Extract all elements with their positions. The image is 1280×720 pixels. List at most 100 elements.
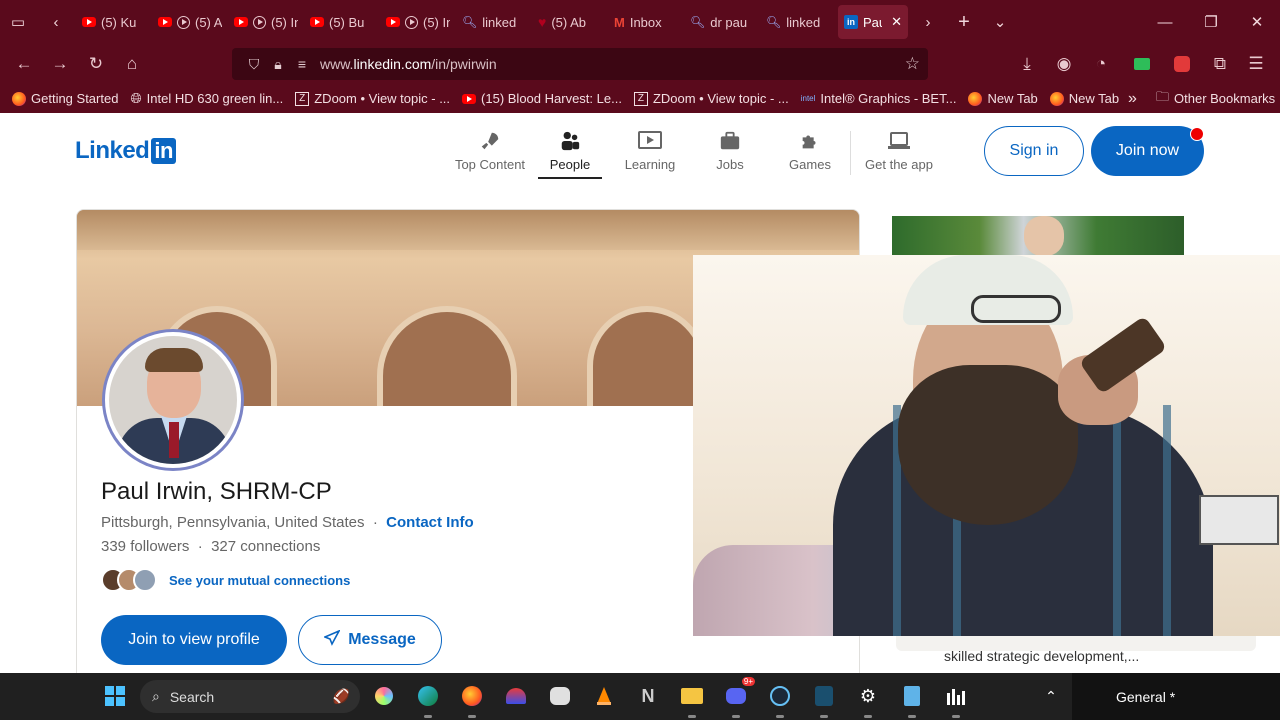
bookmarks-overflow-icon[interactable]: » [1128,90,1137,108]
list-all-tabs-icon[interactable]: ⌄ [982,0,1018,44]
history-icon[interactable]: ◔ [1083,44,1119,84]
downloads-icon[interactable]: ⤓ [1009,44,1045,84]
browser-tab[interactable]: (5) Bu [304,0,380,44]
close-tab-icon[interactable]: ✕ [891,14,902,30]
browser-nav-bar: ← → ↻ ⌂ ⛉ 🔒︎ ≡ www.linkedin.com/in/pwirw… [0,44,1280,84]
browser-tab[interactable]: M Inbox [608,0,684,44]
browser-tab[interactable]: (5) Info [228,0,304,44]
extensions-icon[interactable]: ⧉ [1202,44,1238,84]
minimize-icon[interactable]: — [1142,0,1188,44]
app-icon-orange[interactable] [501,681,531,711]
new-tab-icon[interactable]: + [946,0,982,44]
tab-label: Inbox [629,14,662,30]
bookmark-item[interactable]: Z ZDoom • View topic - ... [633,91,795,106]
taskbar-search[interactable]: ⌕ Search 🏈 [140,680,360,713]
join-now-button[interactable]: Join now [1091,126,1204,176]
bookmarks-bar: Getting Started 🌐︎ Intel HD 630 green lin… [0,84,1280,113]
app-icon-n[interactable]: N [633,681,663,711]
tab-scroll-left-icon[interactable]: ‹ [36,0,76,44]
firefox-icon[interactable] [457,681,487,711]
app-icon-terminal[interactable] [809,681,839,711]
browser-tab[interactable]: (5) Info [380,0,456,44]
edge-icon[interactable] [413,681,443,711]
nav-learning[interactable]: Learning [610,127,690,179]
sign-in-button[interactable]: Sign in [984,126,1084,176]
notification-dot [1190,127,1204,141]
puzzle-icon [798,129,822,153]
people-icon [558,129,582,153]
logo-in: in [151,138,176,164]
extension-red-icon[interactable] [1164,44,1200,84]
menu-icon[interactable]: ☰ [1238,44,1274,84]
profile-avatar[interactable] [105,332,241,468]
bookmark-item[interactable]: Getting Started [12,91,124,106]
mutual-connections[interactable]: See your mutual connections [101,568,350,592]
send-icon [323,628,341,651]
play-icon [405,15,418,29]
notepad-icon[interactable] [897,681,927,711]
globe-icon: 🌐︎ [130,90,142,106]
account-icon[interactable]: ◉ [1046,44,1082,84]
shield-icon[interactable]: ⛉ [242,56,266,73]
file-explorer-icon[interactable] [677,681,707,711]
nav-top-content[interactable]: Top Content [450,127,530,179]
rocket-icon [478,129,502,153]
nav-get-app[interactable]: Get the app [851,127,947,179]
running-indicator [820,715,828,718]
mutual-connections-link[interactable]: See your mutual connections [169,573,350,588]
discord-icon[interactable]: 9+ [721,677,755,711]
heart-icon: ♥ [538,14,547,30]
join-to-view-profile-button[interactable]: Join to view profile [101,615,287,665]
browser-tab[interactable]: 🔍︎ dr pau [684,0,760,44]
contact-info-link[interactable]: Contact Info [386,514,474,531]
linkedin-logo[interactable]: Linked in [75,137,176,165]
bookmark-item[interactable]: 🌐︎ Intel HD 630 green lin... [130,90,289,107]
nav-jobs[interactable]: Jobs [690,127,770,179]
forward-icon[interactable]: → [42,44,78,84]
search-icon: 🔍︎ [462,15,478,29]
lock-icon[interactable]: 🔒︎ [266,56,290,73]
tab-scroll-right-icon[interactable]: › [910,0,946,44]
settings-icon[interactable]: ⚙ [853,681,883,711]
linkedin-icon: in [844,15,858,29]
logo-text: Linked [75,137,150,164]
browser-tab[interactable]: ♥ (5) Ab [532,0,608,44]
copilot-icon[interactable] [369,681,399,711]
bookmark-item[interactable]: New Tab [968,91,1043,106]
bookmark-star-icon[interactable]: ☆ [905,54,920,74]
restore-icon[interactable]: ❐ [1188,0,1234,44]
browser-tab[interactable]: 🔍︎ linked [760,0,836,44]
windows-start-icon[interactable] [100,681,130,711]
app-icon-raccoon[interactable] [545,681,575,711]
vlc-icon[interactable] [589,681,619,711]
reload-icon[interactable]: ↻ [78,44,114,84]
webcam-person-beard [898,365,1078,525]
browser-tab[interactable]: 🔍︎ linked [456,0,532,44]
browser-tab-active[interactable]: in Pau ✕ [838,5,908,39]
general-window-label[interactable]: General * [1072,673,1280,720]
nav-games[interactable]: Games [770,127,850,179]
home-icon[interactable]: ⌂ [114,44,150,84]
bookmark-item[interactable]: New Tab [1049,91,1125,106]
audio-app-icon[interactable] [941,681,971,711]
url-bar[interactable]: ⛉ 🔒︎ ≡ www.linkedin.com/in/pwirwin ☆ [232,48,928,80]
chevron-up-icon[interactable]: ⌃ [1036,681,1066,711]
permissions-icon[interactable]: ≡ [290,56,314,72]
nav-people[interactable]: People [538,127,602,179]
football-icon: 🏈 [332,688,350,704]
back-icon[interactable]: ← [6,44,42,84]
message-button[interactable]: Message [298,615,442,665]
connections-count: 327 connections [211,538,321,555]
bookmark-item[interactable]: Z ZDoom • View topic - ... [295,91,456,106]
bookmark-item[interactable]: (15) Blood Harvest: Le... [462,91,628,106]
close-window-icon[interactable]: ✕ [1234,0,1280,44]
browser-tab[interactable]: (5) Ku [76,0,152,44]
browser-tab[interactable]: (5) A C [152,0,228,44]
url-text[interactable]: www.linkedin.com/in/pwirwin [320,56,497,72]
bookmark-item[interactable]: intel Intel® Graphics - BET... [801,91,963,106]
separator-dot: · [197,538,203,555]
extension-green-icon[interactable] [1124,44,1160,84]
other-bookmarks[interactable]: 🗀 Other Bookmarks [1156,88,1280,110]
steam-icon[interactable] [765,681,795,711]
tab-list-icon[interactable]: ▭ [0,0,36,44]
